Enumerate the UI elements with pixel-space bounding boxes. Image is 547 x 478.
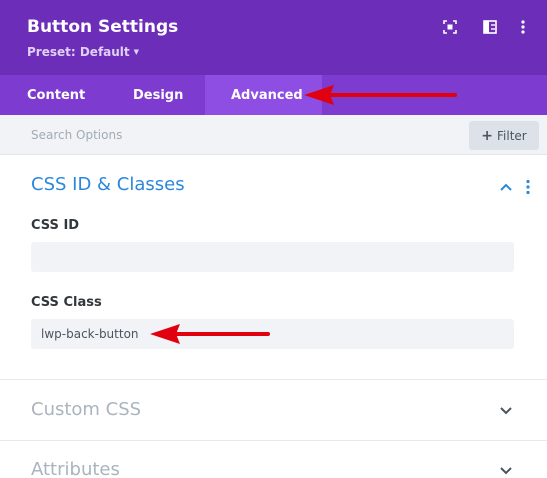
section-more-icon[interactable] — [525, 179, 531, 195]
chevron-down-icon[interactable] — [499, 464, 513, 478]
split-view-icon[interactable] — [482, 19, 498, 35]
section-title-custom-css[interactable]: Custom CSS — [31, 399, 141, 420]
css-id-label: CSS ID — [31, 218, 80, 233]
section-divider — [0, 440, 547, 441]
preset-dropdown[interactable]: Preset: Default ▼ — [27, 45, 139, 59]
preset-label: Preset: Default — [27, 45, 130, 59]
search-bar: Search Options + Filter — [0, 115, 547, 155]
section-divider — [0, 379, 547, 380]
chevron-up-icon[interactable] — [499, 180, 513, 194]
chevron-down-icon[interactable] — [499, 404, 513, 418]
filter-label: Filter — [497, 128, 527, 143]
caret-down-icon: ▼ — [133, 48, 140, 56]
section-title-css-id-classes[interactable]: CSS ID & Classes — [31, 174, 185, 195]
annotation-arrow-tab — [304, 85, 457, 105]
modal-title: Button Settings — [27, 17, 179, 37]
plus-icon: + — [481, 127, 493, 144]
search-input[interactable]: Search Options — [31, 128, 122, 142]
annotation-arrow-class — [150, 324, 270, 344]
modal-header: Button Settings Preset: Default ▼ — [0, 0, 547, 75]
section-title-attributes[interactable]: Attributes — [31, 459, 120, 478]
tab-content[interactable]: Content — [1, 75, 111, 115]
expand-icon[interactable] — [442, 19, 458, 35]
tab-design[interactable]: Design — [107, 75, 209, 115]
css-class-label: CSS Class — [31, 295, 102, 310]
settings-tabs: Content Design Advanced — [0, 75, 547, 115]
more-vertical-icon[interactable] — [515, 19, 531, 35]
css-id-input[interactable] — [31, 242, 514, 272]
filter-button[interactable]: + Filter — [469, 121, 539, 150]
